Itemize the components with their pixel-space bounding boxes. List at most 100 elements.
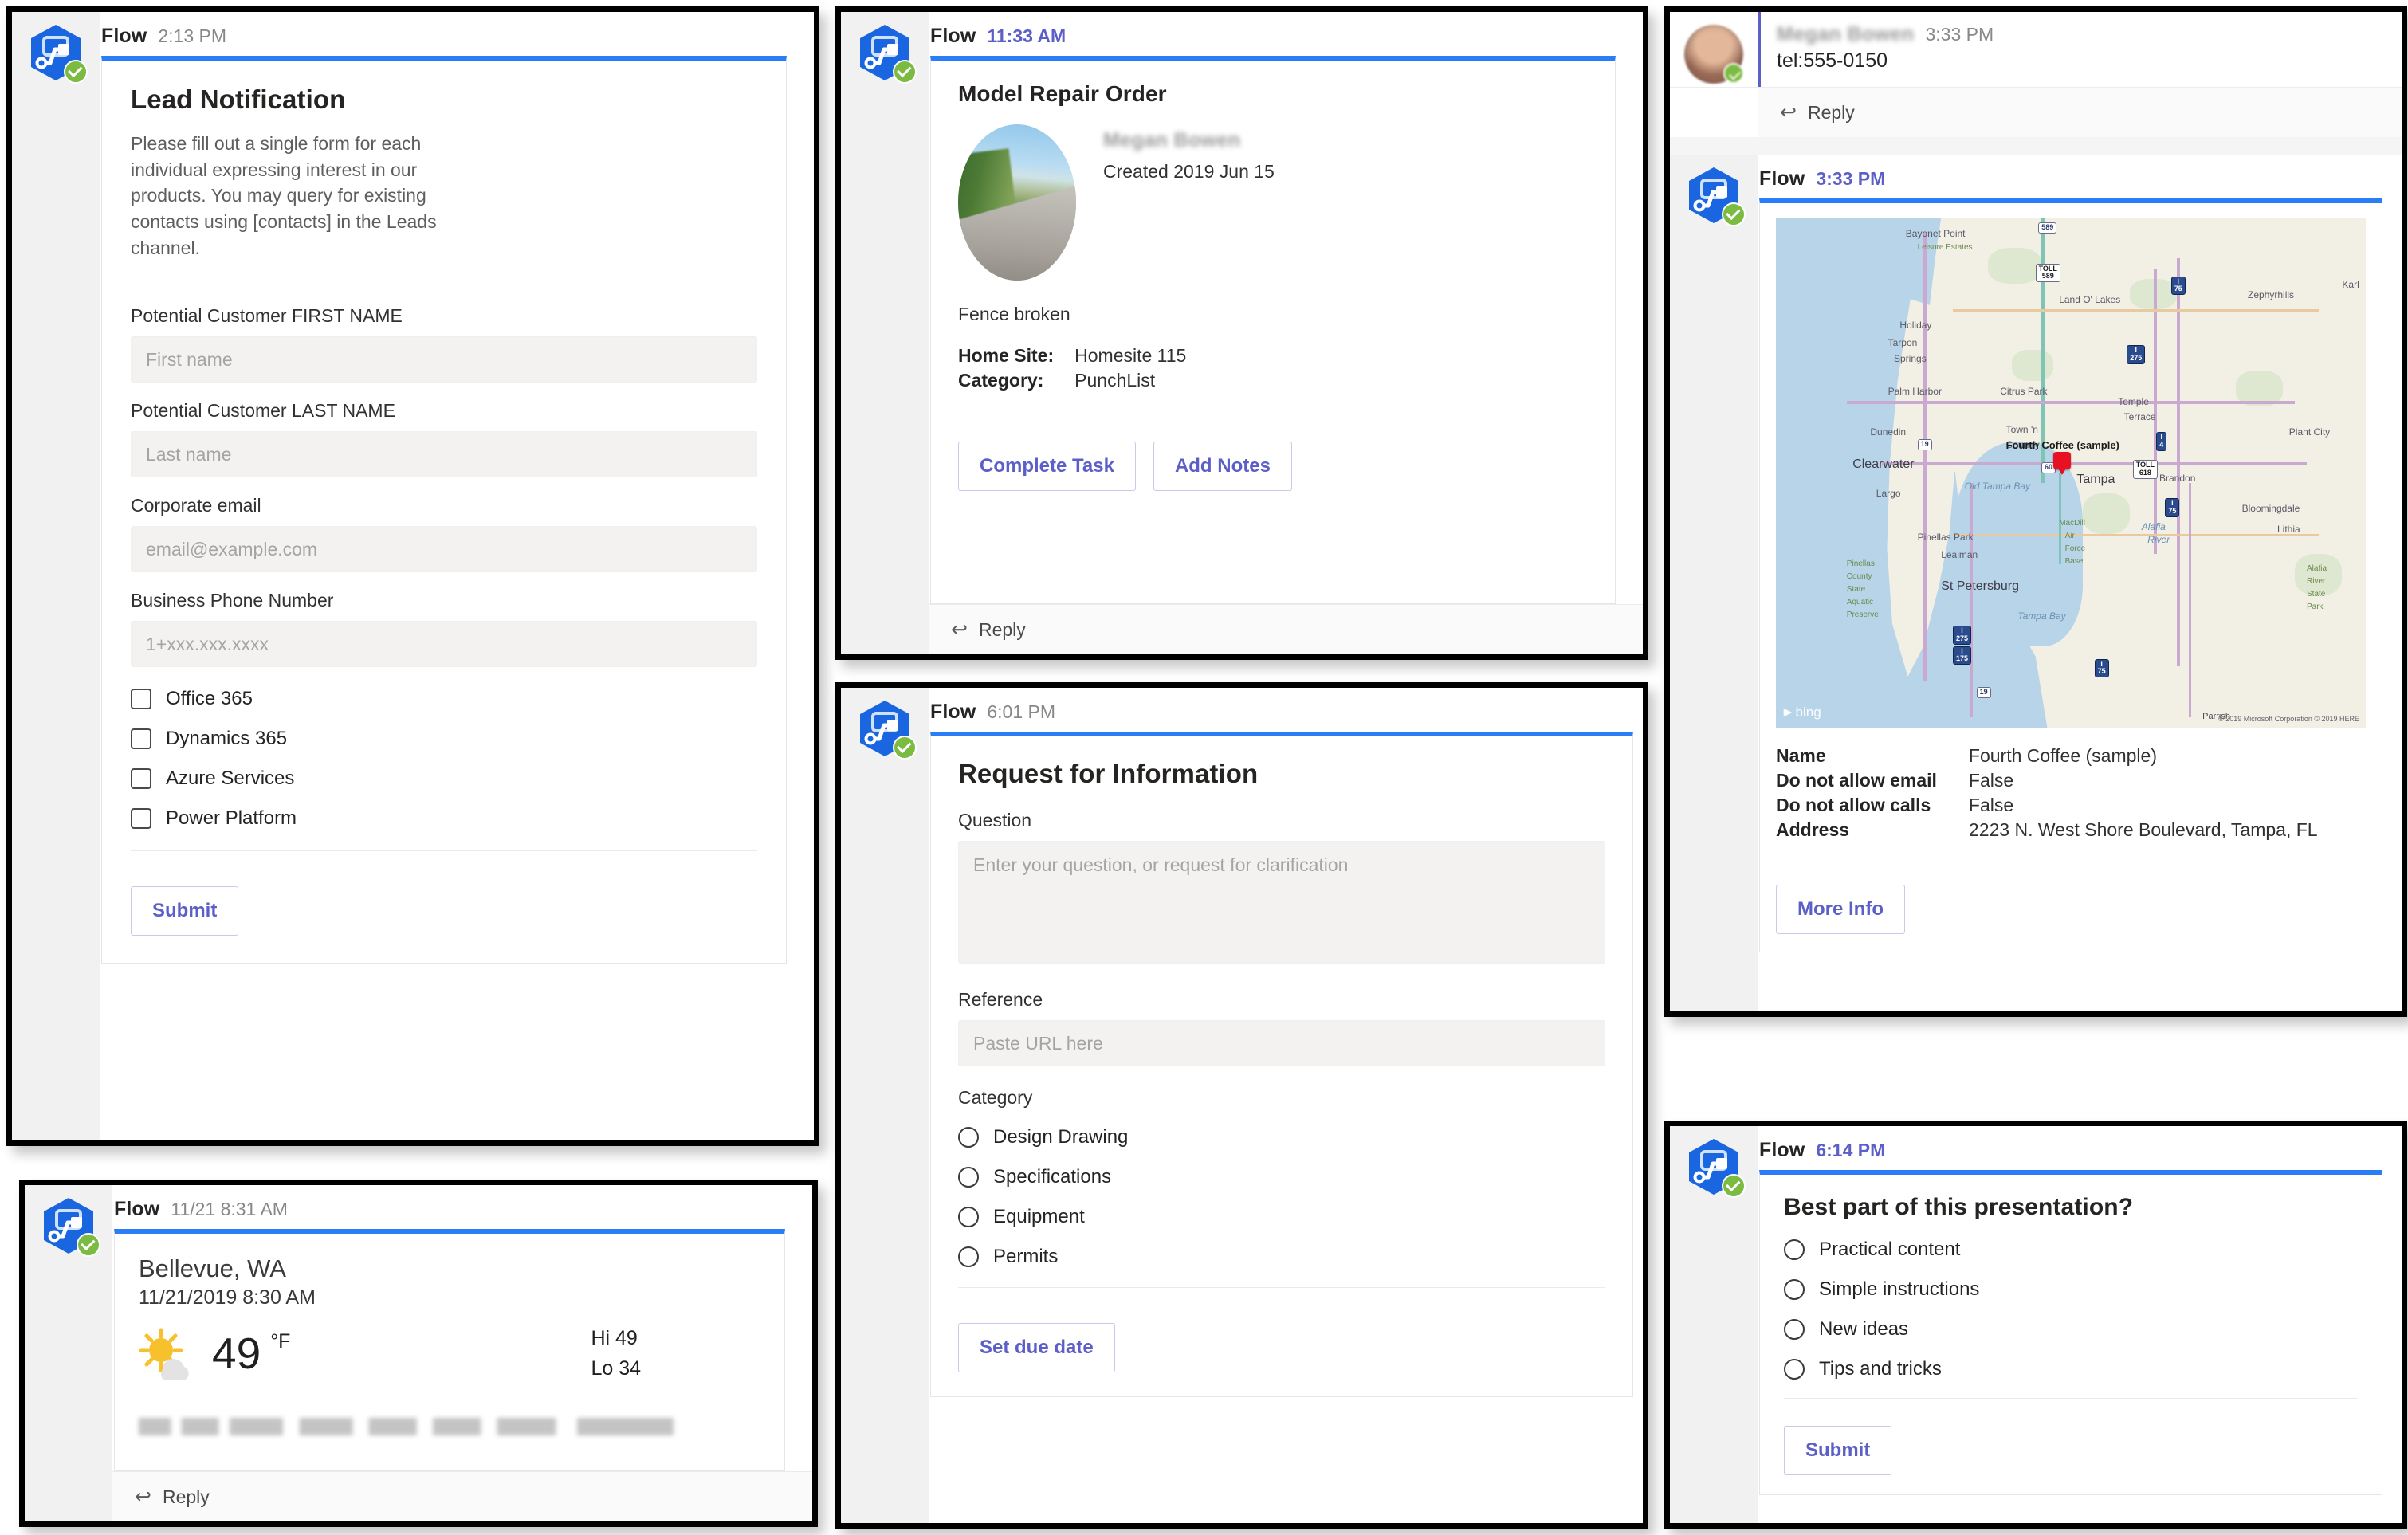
radio-equipment[interactable]: Equipment [958,1206,1605,1228]
reply-arrow-icon: ↩ [1780,101,1797,124]
checkbox-label: Office 365 [166,688,253,710]
question-textarea[interactable]: Enter your question, or request for clar… [958,841,1605,964]
checkbox-office365[interactable]: Office 365 [131,688,757,710]
radio-icon[interactable] [958,1167,979,1188]
detail-value: False [1968,770,2014,791]
checkbox-azure-services[interactable]: Azure Services [131,768,757,790]
reply-button[interactable]: ↩ Reply [929,604,1643,654]
message-header: Flow 3:33 PM [1758,155,2402,190]
radio-permits[interactable]: Permits [958,1246,1605,1268]
checkbox-icon[interactable] [131,808,151,830]
more-info-button[interactable]: More Info [1776,885,1905,934]
weather-low: Lo 34 [591,1356,641,1380]
radio-label: Equipment [993,1206,1085,1227]
reference-input[interactable]: Paste URL here [958,1020,1605,1066]
message-gutter [25,1185,112,1521]
reply-arrow-icon: ↩ [951,618,968,641]
microsoft-flow-icon [1684,1137,1746,1198]
divider [1784,1398,2358,1399]
last-name-input[interactable]: Last name [131,431,757,478]
adaptive-card: Request for Information Question Enter y… [930,732,1633,1397]
phone-input[interactable]: 1+xxx.xxx.xxxx [131,621,757,668]
message-timestamp: 3:33 PM [1816,168,1886,189]
reply-label: Reply [1807,101,1855,123]
radio-design-drawing[interactable]: Design Drawing [958,1126,1605,1148]
bing-map[interactable]: Bayonet Point Leisure Estates Land O' La… [1776,218,2366,728]
reply-button[interactable]: ↩ Reply [1758,88,2402,137]
message-timestamp: 6:01 PM [987,701,1055,722]
field-label-phone: Business Phone Number [131,590,334,611]
checkbox-icon[interactable] [131,689,151,710]
map-pin-icon [2052,452,2071,476]
map-attribution: © 2019 Microsoft Corporation © 2019 HERE [2218,715,2359,723]
repair-order-person: Megan Bowen Created 2019 Jun 15 [958,124,1588,281]
adaptive-card: Lead Notification Please fill out a sing… [101,56,787,964]
weather-high: Hi 49 [591,1327,638,1349]
card-title: Lead Notification [131,84,346,114]
radio-practical-content[interactable]: Practical content [1784,1239,2358,1261]
card-poll: Flow 6:14 PM Best part of this presentat… [1664,1121,2407,1529]
checkbox-power-platform[interactable]: Power Platform [131,807,757,830]
radio-icon[interactable] [1784,1239,1805,1260]
message-gutter [841,688,929,1523]
bot-name: Flow [1759,1139,1805,1161]
submit-button[interactable]: Submit [1784,1426,1892,1475]
green-check-badge [893,60,917,84]
weather-high-low: Hi 49 Lo 34 [591,1324,641,1384]
radio-icon[interactable] [1784,1319,1805,1340]
created-date: Created 2019 Jun 15 [1103,161,1275,182]
reply-arrow-icon: ↩ [135,1486,151,1508]
weather-datetime: 11/21/2019 8:30 AM [139,1286,316,1309]
message-header: Flow 2:13 PM [100,12,814,48]
message-header: Flow 11:33 AM [929,12,1643,48]
green-check-badge [77,1233,100,1257]
submit-button[interactable]: Submit [131,886,239,936]
add-notes-button[interactable]: Add Notes [1153,441,1292,491]
radio-icon[interactable] [1784,1359,1805,1380]
detail-key: Address [1776,819,1850,840]
radio-new-ideas[interactable]: New ideas [1784,1318,2358,1341]
complete-task-button[interactable]: Complete Task [958,441,1136,491]
reply-button[interactable]: ↩ Reply [112,1471,812,1521]
checkbox-dynamics365[interactable]: Dynamics 365 [131,728,757,750]
radio-icon[interactable] [1784,1279,1805,1300]
checkbox-icon[interactable] [131,728,151,750]
checkbox-icon[interactable] [131,768,151,790]
message-timestamp: 11:33 AM [987,26,1067,46]
radio-icon[interactable] [958,1127,979,1148]
bot-name: Flow [101,25,147,47]
microsoft-flow-icon [855,699,917,760]
email-input[interactable]: email@example.com [131,526,757,573]
bing-logo: ▸ bing [1784,704,1821,720]
message-header: Flow 6:14 PM [1758,1126,2402,1162]
weather-location: Bellevue, WA [139,1254,286,1282]
microsoft-flow-icon [855,23,917,84]
card-description: Please fill out a single form for each i… [131,133,437,258]
reply-label: Reply [978,618,1026,640]
detail-key: Do not allow email [1776,770,1937,791]
checkbox-label: Dynamics 365 [166,728,288,750]
message-timestamp: 2:13 PM [158,26,226,46]
radio-label: Tips and tricks [1819,1358,1942,1380]
microsoft-flow-icon [26,23,88,84]
message-gutter [1670,12,1758,87]
message-header: Flow 6:01 PM [929,688,1643,724]
field-label-last-name: Potential Customer LAST NAME [131,400,395,422]
card-title: Request for Information [958,759,1259,788]
radio-label: Specifications [993,1166,1112,1188]
field-label-first-name: Potential Customer FIRST NAME [131,305,403,327]
user-avatar[interactable] [1684,25,1744,84]
card-title: Model Repair Order [958,81,1167,106]
set-due-date-button[interactable]: Set due date [958,1323,1115,1372]
bot-name: Flow [1759,167,1805,190]
radio-icon[interactable] [958,1246,979,1267]
site-photo [958,124,1076,281]
weather-temperature: 49 [212,1329,261,1378]
radio-specifications[interactable]: Specifications [958,1166,1605,1188]
radio-tips-and-tricks[interactable]: Tips and tricks [1784,1358,2358,1380]
message-gutter [1670,1126,1758,1523]
radio-simple-instructions[interactable]: Simple instructions [1784,1278,2358,1301]
first-name-input[interactable]: First name [131,336,757,383]
detail-value: Homesite 115 [1074,344,1187,366]
radio-icon[interactable] [958,1207,979,1227]
